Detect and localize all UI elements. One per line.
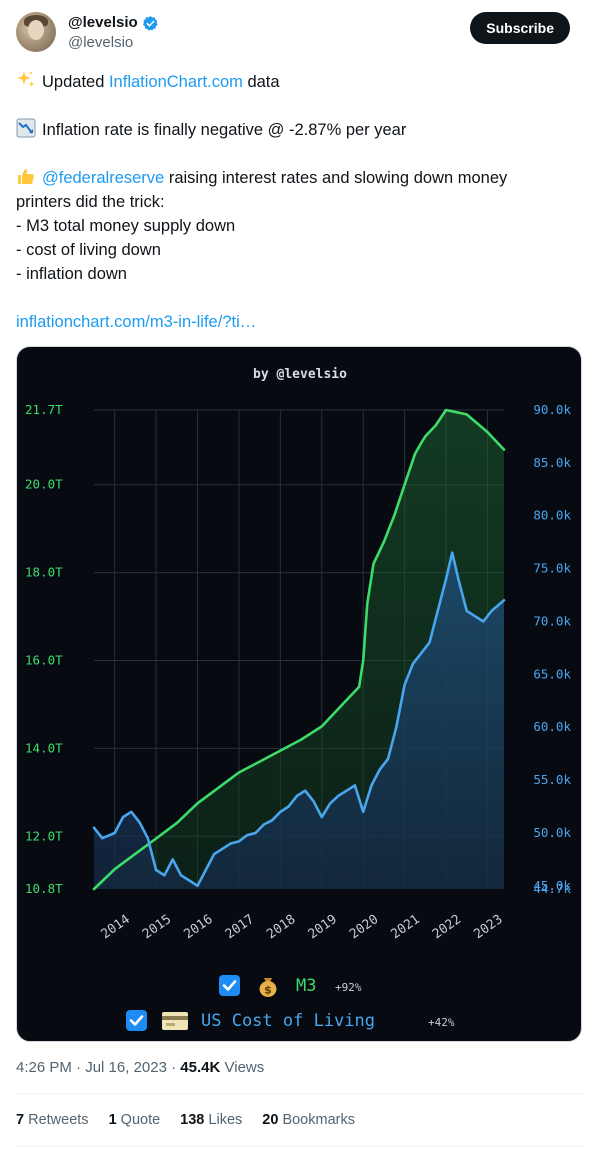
- inflationchart-link[interactable]: InflationChart.com: [109, 73, 243, 91]
- bookmarks-label: Bookmarks: [282, 1112, 355, 1128]
- legend-m3-label: M3: [296, 976, 316, 996]
- left-tick-label: 12.0T: [25, 828, 63, 843]
- tweet-line-7: - inflation down: [16, 265, 127, 283]
- tweet-line-1: Updated InflationChart.com data: [16, 70, 576, 94]
- meta-separator: ·: [76, 1059, 86, 1076]
- tweet-line-5: - M3 total money supply down: [16, 217, 236, 235]
- avatar[interactable]: [16, 12, 56, 52]
- retweets-stat[interactable]: 7 Retweets: [16, 1112, 89, 1128]
- col-checkbox[interactable]: [126, 1010, 147, 1031]
- handle[interactable]: @levelsio: [68, 34, 133, 51]
- left-tick-label: 14.0T: [25, 740, 63, 755]
- right-tick-label: 55.0k: [533, 772, 571, 787]
- x-tick-label: 2022: [430, 912, 464, 942]
- left-tick-label: 21.7T: [25, 402, 63, 417]
- views-count: 45.4K: [180, 1059, 221, 1076]
- retweets-label: Retweets: [28, 1112, 89, 1128]
- left-tick-label: 16.0T: [25, 652, 63, 667]
- tweet-header: @levelsio @levelsio Subscribe: [16, 12, 582, 56]
- retweets-count: 7: [16, 1112, 25, 1128]
- right-tick-label: 65.0k: [533, 666, 571, 681]
- meta-separator: ·: [171, 1059, 181, 1076]
- x-tick-label: 2023: [471, 912, 505, 942]
- quotes-stat[interactable]: 1 Quote: [109, 1112, 161, 1128]
- svg-text:$: $: [264, 984, 272, 997]
- x-axis: 2014 2015 2016 2017 2018 2019 2020 2021 2022 2023: [99, 912, 506, 942]
- quotes-count: 1: [108, 1112, 117, 1128]
- likes-stat[interactable]: 138 Likes: [180, 1112, 242, 1128]
- divider: [16, 1093, 582, 1094]
- x-tick-label: 2019: [306, 912, 340, 942]
- tweet-line-3: @federalreserve raising interest rates a…: [16, 166, 576, 190]
- right-tick-label: 75.0k: [533, 561, 571, 576]
- right-tick-label: 85.0k: [533, 455, 571, 470]
- bookmarks-stat[interactable]: 20 Bookmarks: [262, 1112, 355, 1128]
- likes-label: Likes: [208, 1112, 243, 1128]
- money-bag-icon: $: [259, 978, 277, 997]
- x-tick-label: 2015: [140, 912, 174, 942]
- legend-cost-of-living[interactable]: US Cost of Living +42%: [126, 1010, 455, 1031]
- tweet-line-2: Inflation rate is finally negative @ -2.…: [16, 118, 576, 142]
- quotes-label: Quote: [120, 1112, 161, 1128]
- left-axis: 21.7T 20.0T 18.0T 16.0T 14.0T 12.0T 10.8T: [25, 402, 63, 896]
- inflation-rate-text: Inflation rate is finally negative @ -2.…: [42, 121, 407, 139]
- tweet-line-6: - cost of living down: [16, 241, 161, 259]
- sparkles-icon: [17, 71, 35, 87]
- legend-m3[interactable]: $ M3 +92%: [219, 975, 362, 997]
- tweet-text-fed: raising interest rates and slowing down …: [164, 169, 508, 187]
- legend-col-label: US Cost of Living: [201, 1011, 375, 1031]
- chart-title: by @levelsio: [253, 367, 347, 382]
- x-tick-label: 2014: [99, 912, 133, 942]
- left-tick-label: 20.0T: [25, 477, 63, 492]
- divider: [16, 1146, 582, 1147]
- likes-count: 138: [180, 1112, 205, 1128]
- display-name[interactable]: @levelsio: [68, 14, 138, 31]
- chart-image[interactable]: by @levelsio 21.7T 20.0T 18.0T 16.0T 14.0T 12…: [16, 346, 582, 1042]
- legend-m3-change: +92%: [335, 981, 362, 994]
- left-tick-label: 18.0T: [25, 565, 63, 580]
- bookmarks-count: 20: [262, 1112, 279, 1128]
- tweet-meta: 4:26 PM · Jul 16, 2023 · 45.4K Views: [16, 1059, 264, 1076]
- credit-card-icon: [162, 1012, 188, 1030]
- x-tick-label: 2020: [347, 912, 381, 942]
- x-tick-label: 2018: [264, 912, 298, 942]
- tweet-text-data: data: [242, 73, 280, 91]
- x-tick-label: 2021: [388, 912, 422, 942]
- m3-checkbox[interactable]: [219, 975, 240, 996]
- right-tick-label: 50.0k: [533, 825, 571, 840]
- chart-areas: [94, 410, 504, 889]
- tweet-time[interactable]: 4:26 PM: [16, 1059, 72, 1076]
- right-axis: 90.0k 85.0k 80.0k 75.0k 70.0k 65.0k 60.0k 55.0k…: [533, 402, 571, 896]
- chart-decreasing-icon: [16, 118, 36, 138]
- avatar-face: [28, 20, 44, 40]
- tweet-date[interactable]: Jul 16, 2023: [85, 1059, 167, 1076]
- tweet-text-updated: Updated: [42, 73, 109, 91]
- left-tick-label: 10.8T: [25, 881, 63, 896]
- x-tick-label: 2016: [181, 912, 215, 942]
- federalreserve-link[interactable]: @federalreserve: [42, 169, 164, 187]
- x-tick-label: 2017: [223, 912, 257, 942]
- right-tick-label: 60.0k: [533, 719, 571, 734]
- tweet-text: Updated InflationChart.com data Inflatio…: [16, 70, 576, 334]
- right-tick-label: 80.0k: [533, 508, 571, 523]
- right-tick-label: 44.7k: [533, 881, 571, 896]
- tweet-stats: 7 Retweets 1 Quote 138 Likes 20 Bookmark…: [16, 1112, 355, 1128]
- legend-col-change: +42%: [428, 1016, 455, 1029]
- subscribe-button[interactable]: Subscribe: [470, 12, 570, 44]
- inflation-chart: by @levelsio 21.7T 20.0T 18.0T 16.0T 14.0T 12…: [25, 367, 571, 1031]
- tweet-url-link[interactable]: inflationchart.com/m3-in-life/?ti…: [16, 310, 576, 334]
- views-label: Views: [224, 1059, 265, 1076]
- verified-badge-icon: [142, 16, 158, 31]
- thumbs-up-icon: [18, 169, 34, 184]
- right-tick-label: 70.0k: [533, 613, 571, 628]
- tweet-line-4: printers did the trick:: [16, 193, 165, 211]
- right-tick-label: 90.0k: [533, 402, 571, 417]
